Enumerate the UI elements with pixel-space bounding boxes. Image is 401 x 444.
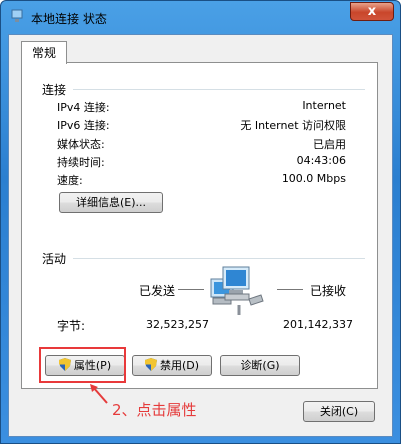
tab-general[interactable]: 常规 bbox=[21, 41, 68, 64]
highlight-box bbox=[39, 347, 126, 383]
received-line bbox=[277, 289, 303, 290]
disable-button[interactable]: 禁用(D) bbox=[132, 355, 212, 376]
annotation-text: 2、点击属性 bbox=[112, 401, 197, 419]
media-state-label: 媒体状态: bbox=[57, 138, 105, 151]
title-bar[interactable]: 本地连接 状态 x bbox=[1, 1, 400, 33]
disable-button-label: 禁用(D) bbox=[159, 359, 200, 372]
media-state-value: 已启用 bbox=[313, 138, 346, 151]
bytes-sent-value: 32,523,257 bbox=[146, 318, 209, 331]
annotation-arrow-icon bbox=[90, 384, 108, 404]
diagnose-button[interactable]: 诊断(G) bbox=[220, 355, 300, 376]
sent-label: 已发送 bbox=[139, 284, 176, 298]
connection-group-title: 连接 bbox=[42, 83, 67, 97]
received-label: 已接收 bbox=[310, 284, 347, 298]
connection-group-divider bbox=[73, 89, 365, 90]
uac-shield-icon bbox=[144, 358, 157, 371]
duration-value: 04:43:06 bbox=[296, 154, 346, 167]
activity-group-title: 活动 bbox=[42, 252, 67, 266]
bytes-received-value: 201,142,337 bbox=[283, 318, 353, 331]
speed-value: 100.0 Mbps bbox=[281, 172, 346, 185]
bytes-label: 字节: bbox=[57, 319, 86, 333]
ipv4-value: Internet bbox=[302, 99, 346, 112]
window-close-button[interactable]: x bbox=[350, 2, 394, 21]
ipv6-label: IPv6 连接: bbox=[57, 119, 110, 132]
status-window: 本地连接 状态 x 常规 连接 IPv4 连接: Internet IPv6 连… bbox=[0, 0, 401, 444]
duration-label: 持续时间: bbox=[57, 156, 105, 169]
network-icon bbox=[11, 9, 23, 22]
window-title: 本地连接 状态 bbox=[31, 12, 107, 26]
close-button[interactable]: 关闭(C) bbox=[303, 401, 375, 422]
activity-group-divider bbox=[73, 258, 365, 259]
network-activity-icon bbox=[210, 266, 264, 315]
speed-label: 速度: bbox=[57, 174, 83, 187]
ipv4-label: IPv4 连接: bbox=[57, 101, 110, 114]
details-button[interactable]: 详细信息(E)... bbox=[59, 192, 163, 213]
ipv6-value: 无 Internet 访问权限 bbox=[240, 119, 346, 132]
sent-line bbox=[178, 289, 204, 290]
